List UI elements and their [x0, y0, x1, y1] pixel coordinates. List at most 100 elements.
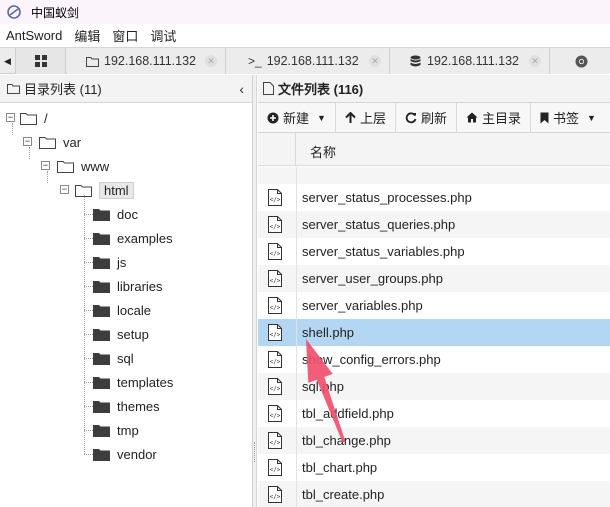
file-row[interactable]: </> server_variables.php	[258, 292, 610, 319]
tree-node-locale[interactable]: locale	[93, 301, 151, 319]
php-file-icon: </>	[268, 216, 282, 233]
tree-node-label: templates	[117, 374, 174, 390]
tab-terminal[interactable]: >_ 192.168.111.132 ✕	[226, 48, 390, 74]
tree-node-js[interactable]: js	[93, 253, 126, 271]
close-icon[interactable]: ✕	[205, 55, 217, 67]
php-file-icon: </>	[268, 351, 282, 368]
file-row[interactable]: </> server_user_groups.php	[258, 265, 610, 292]
up-button[interactable]: 上层	[336, 102, 396, 133]
tab-home-grid[interactable]	[16, 48, 66, 74]
column-separator	[296, 167, 297, 507]
bookmark-button[interactable]: 书签 ▼	[531, 103, 605, 133]
svg-text:</>: </>	[270, 278, 281, 285]
tree-node-label: sql	[117, 350, 134, 366]
file-name: tbl_create.php	[302, 487, 385, 502]
icon-column-header	[258, 133, 296, 165]
tree-node-label: var	[63, 134, 82, 150]
tree-collapse-toggle[interactable]: −	[60, 185, 69, 194]
file-row[interactable]: </> tbl_create.php	[258, 481, 610, 507]
close-icon[interactable]: ✕	[369, 55, 381, 67]
close-icon[interactable]: ✕	[529, 55, 541, 67]
tree-node-label: libraries	[117, 278, 163, 294]
folder-icon	[85, 56, 99, 67]
home-button-label: 主目录	[481, 111, 521, 126]
tree-node-doc[interactable]: doc	[93, 205, 138, 223]
folder-solid-icon	[93, 208, 110, 221]
menu-antsword[interactable]: AntSword	[6, 28, 62, 43]
terminal-icon: >_	[248, 54, 262, 68]
refresh-button[interactable]: 刷新	[396, 102, 457, 133]
svg-text:</>: </>	[270, 467, 281, 474]
new-button[interactable]: 新建 ▼	[258, 102, 336, 133]
grid-icon	[34, 55, 47, 67]
tree-guide-line	[84, 358, 93, 359]
file-row[interactable]: </> server_status_queries.php	[258, 211, 610, 238]
tree-node-html[interactable]: html	[75, 181, 134, 199]
folder-solid-icon	[93, 424, 110, 437]
folder-solid-icon	[93, 304, 110, 317]
tree-node-examples[interactable]: examples	[93, 229, 173, 247]
tree-guide-line	[84, 454, 93, 455]
file-name: server_user_groups.php	[302, 271, 443, 286]
php-file-icon: </>	[268, 405, 282, 422]
directory-panel-title: 目录列表 (11)	[24, 82, 102, 97]
php-file-icon: </>	[268, 324, 282, 341]
file-row[interactable]: </> tbl_change.php	[258, 427, 610, 454]
file-name: server_variables.php	[302, 298, 423, 313]
new-button-label: 新建	[283, 111, 310, 126]
svg-text:</>: </>	[270, 413, 281, 420]
file-row[interactable]: </> tbl_addfield.php	[258, 400, 610, 427]
tree-guide-line	[84, 214, 93, 215]
tab-database[interactable]: 192.168.111.132 ✕	[390, 48, 550, 74]
folder-solid-icon	[93, 448, 110, 461]
home-icon	[466, 112, 478, 123]
tree-node-setup[interactable]: setup	[93, 325, 149, 343]
folder-solid-icon	[93, 376, 110, 389]
file-row[interactable]: </> shell.php	[258, 319, 610, 346]
tree-guide-line	[84, 286, 93, 287]
file-row[interactable]: </> server_status_variables.php	[258, 238, 610, 265]
tree-guide-line	[84, 334, 93, 335]
tree-node-root[interactable]: /	[20, 109, 48, 127]
folder-open-icon	[39, 136, 56, 149]
menu-debug[interactable]: 调试	[150, 26, 176, 45]
folder-icon	[7, 83, 20, 94]
tree-node-libraries[interactable]: libraries	[93, 277, 163, 295]
file-row[interactable]: </> sql.php	[258, 373, 610, 400]
tree-collapse-toggle[interactable]: −	[23, 137, 32, 146]
file-panel-header: 文件列表 (116)	[258, 75, 610, 103]
tree-node-themes[interactable]: themes	[93, 397, 160, 415]
menu-edit[interactable]: 编辑	[74, 26, 100, 45]
tree-node-vendor[interactable]: vendor	[93, 445, 157, 463]
panel-splitter[interactable]	[253, 75, 257, 507]
antsword-logo-icon	[7, 5, 21, 19]
directory-panel-header: 目录列表 (11) ‹	[0, 75, 252, 103]
name-column-header[interactable]: 名称	[310, 142, 336, 161]
tree-node-tmp[interactable]: tmp	[93, 421, 139, 439]
menu-window[interactable]: 窗口	[112, 26, 138, 45]
tab-file-manager[interactable]: 192.168.111.132 ✕	[67, 48, 226, 74]
file-name: sql.php	[302, 379, 344, 394]
tree-collapse-toggle[interactable]: −	[6, 113, 15, 122]
file-row[interactable]: </> show_config_errors.php	[258, 346, 610, 373]
tree-node-var[interactable]: var	[39, 133, 81, 151]
file-row-partial[interactable]	[258, 167, 610, 184]
tab-scroll-left-button[interactable]: ◀	[0, 48, 16, 74]
splitter-grip[interactable]	[254, 442, 256, 462]
collapse-panel-button[interactable]: ‹	[239, 81, 244, 97]
svg-text:</>: </>	[270, 332, 281, 339]
tree-node-label: setup	[117, 326, 149, 342]
home-button[interactable]: 主目录	[457, 102, 531, 133]
file-row[interactable]: </> server_status_processes.php	[258, 184, 610, 211]
tree-node-sql[interactable]: sql	[93, 349, 134, 367]
window-title: 中国蚁剑	[31, 5, 80, 20]
tree-node-www[interactable]: www	[57, 157, 109, 175]
tree-collapse-toggle[interactable]: −	[41, 161, 50, 170]
php-file-icon: </>	[268, 432, 282, 449]
tree-guide-line	[84, 262, 93, 263]
file-row[interactable]: </> tbl_chart.php	[258, 454, 610, 481]
tab-browser[interactable]	[550, 48, 610, 74]
file-name: tbl_change.php	[302, 433, 391, 448]
folder-solid-icon	[93, 280, 110, 293]
tree-node-templates[interactable]: templates	[93, 373, 173, 391]
